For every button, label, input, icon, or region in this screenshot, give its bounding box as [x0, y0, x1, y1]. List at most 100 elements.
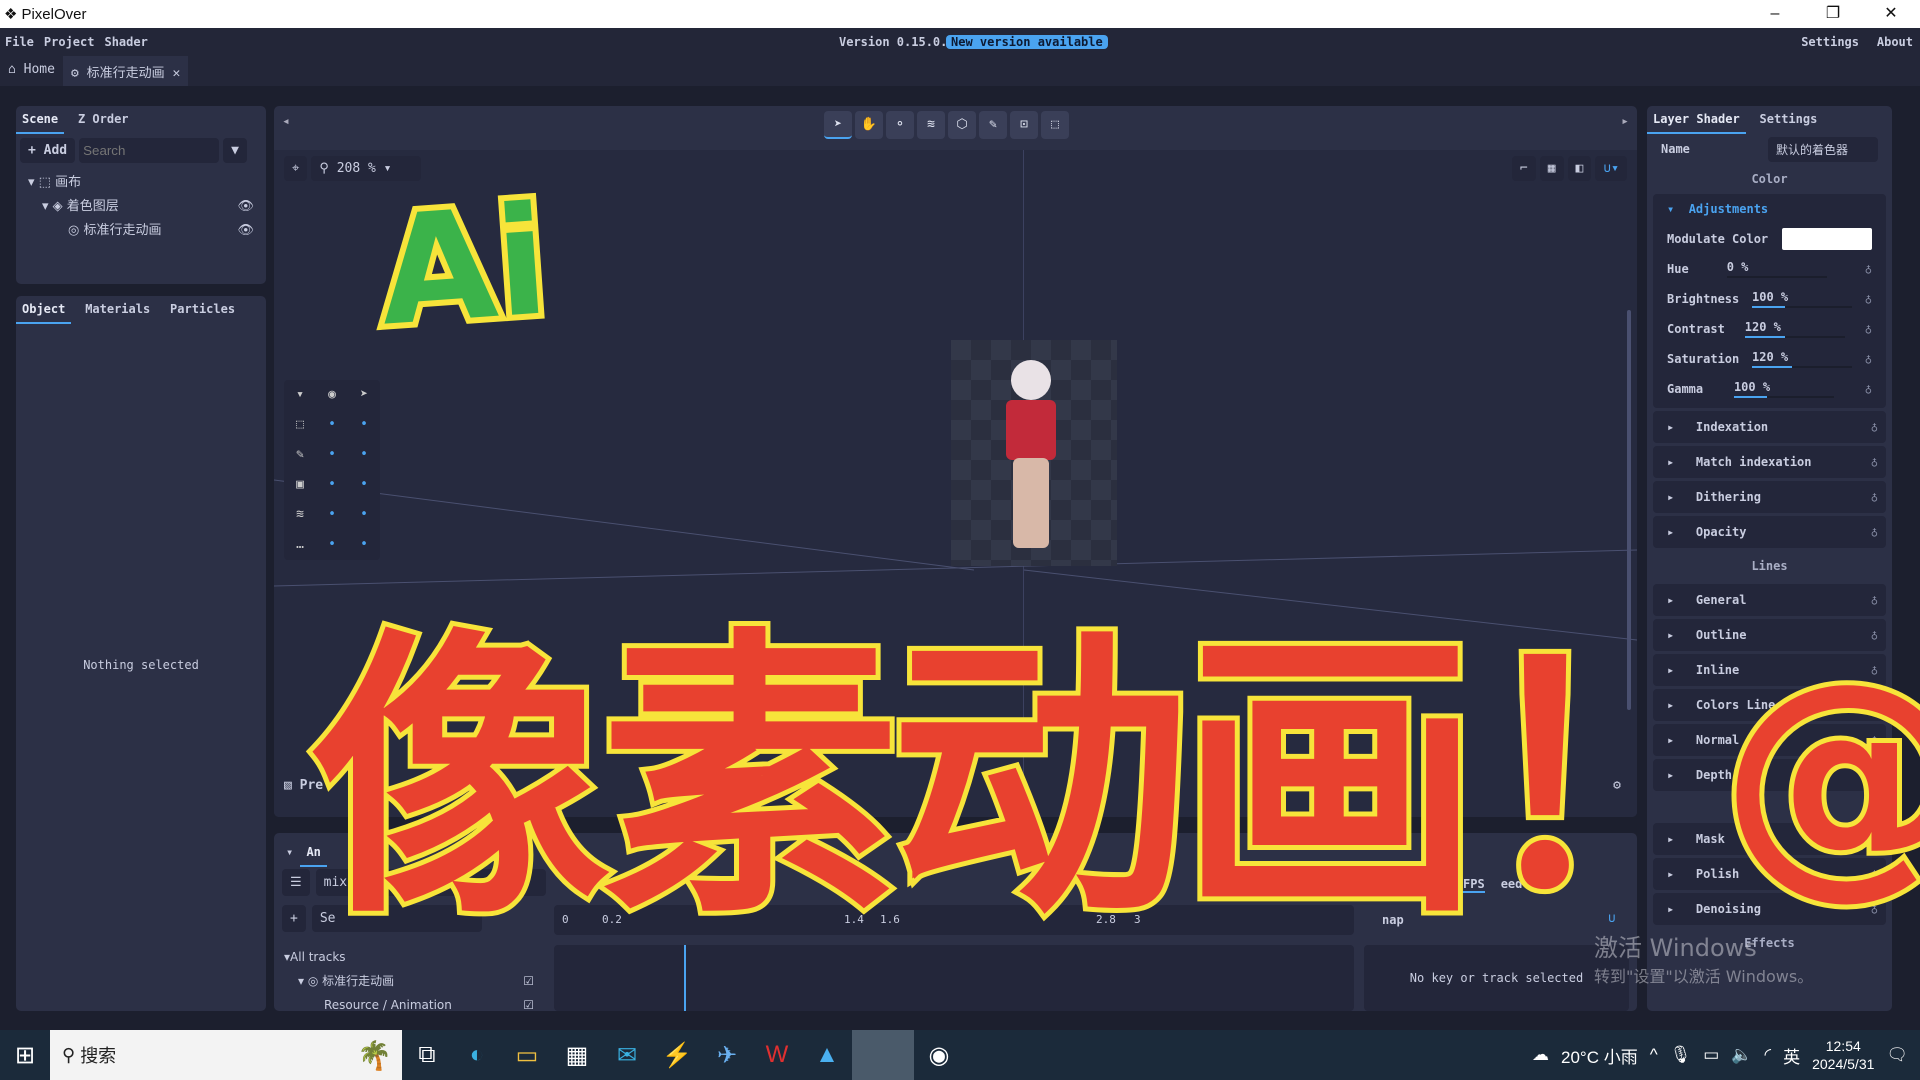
key-icon[interactable]: ♁: [1871, 455, 1878, 469]
pixelover-taskbar-icon[interactable]: [852, 1030, 914, 1080]
volume-icon[interactable]: 🔈: [1731, 1045, 1752, 1065]
tab-materials[interactable]: Materials: [79, 296, 156, 322]
section-toggle[interactable]: ▸ Indexation ♁: [1653, 411, 1886, 443]
tree-item-animation[interactable]: ◎ 标准行走动画 👁: [28, 219, 254, 243]
collapse-left-icon[interactable]: ◂: [282, 114, 290, 129]
maximize-button[interactable]: ❐: [1804, 0, 1862, 28]
param-slider[interactable]: 100 %: [1752, 290, 1852, 308]
cursor-icon[interactable]: ➤: [348, 380, 380, 410]
ime-indicator[interactable]: 英: [1783, 1043, 1800, 1068]
edge-icon[interactable]: ◐: [452, 1030, 502, 1080]
dot-toggle[interactable]: •: [316, 500, 348, 530]
key-icon[interactable]: ♁: [1865, 292, 1872, 306]
tree-item-layer[interactable]: ▾ ◈ 着色图层 👁: [28, 195, 254, 219]
dot-toggle[interactable]: •: [316, 470, 348, 500]
more-icon[interactable]: …: [284, 530, 316, 560]
dot-toggle[interactable]: •: [316, 440, 348, 470]
menu-file[interactable]: File: [0, 35, 39, 49]
start-button[interactable]: ⊞: [0, 1030, 50, 1080]
tab-project[interactable]: ⚙ 标准行走动画 ✕: [62, 56, 189, 86]
param-slider[interactable]: 100 %: [1733, 380, 1834, 398]
layers-tool-icon[interactable]: ≋: [917, 111, 945, 139]
bone-tool-icon[interactable]: ⚬: [886, 111, 914, 139]
collapse-icon[interactable]: ▾: [286, 845, 300, 859]
frame-tool-icon[interactable]: ⊡: [1010, 111, 1038, 139]
notification-icon[interactable]: 🗨: [1886, 1045, 1908, 1065]
new-version-badge[interactable]: New version available: [946, 35, 1108, 49]
key-icon[interactable]: ♁: [1865, 352, 1872, 366]
task-view-icon[interactable]: ⧉: [402, 1030, 452, 1080]
dot-toggle[interactable]: •: [348, 500, 380, 530]
brush-tool-icon[interactable]: ✎: [979, 111, 1007, 139]
store-icon[interactable]: ▦: [552, 1030, 602, 1080]
modulate-color-swatch[interactable]: [1782, 228, 1872, 250]
eye-icon[interactable]: 👁: [237, 219, 254, 243]
key-icon[interactable]: ♁: [1865, 322, 1872, 336]
key-icon[interactable]: ♁: [1871, 490, 1878, 504]
crop-tool-icon[interactable]: ⬚: [1041, 111, 1069, 139]
section-toggle[interactable]: ▸ Dithering ♁: [1653, 481, 1886, 513]
sprite-canvas[interactable]: [951, 340, 1117, 566]
polygon-tool-icon[interactable]: ⬡: [948, 111, 976, 139]
pan-tool-icon[interactable]: ✋: [855, 111, 883, 139]
menu-settings[interactable]: Settings: [1796, 35, 1864, 49]
dot-toggle[interactable]: •: [348, 440, 380, 470]
minimize-button[interactable]: –: [1746, 0, 1804, 28]
search-input[interactable]: [79, 138, 220, 163]
track-lanes[interactable]: [554, 945, 1354, 1011]
dot-toggle[interactable]: •: [316, 530, 348, 560]
filter-icon[interactable]: ▼: [223, 138, 247, 163]
menu-about[interactable]: About: [1872, 35, 1918, 49]
tab-home[interactable]: ⌂ Home: [0, 56, 63, 86]
tab-object[interactable]: Object: [16, 296, 72, 324]
track-item[interactable]: ▾ ◎ 标准行走动画 ☑: [284, 969, 534, 993]
add-button[interactable]: + Add: [20, 138, 76, 163]
tab-close-icon[interactable]: ✕: [172, 66, 180, 81]
collapse-right-icon[interactable]: ▸: [1621, 114, 1629, 129]
menu-icon[interactable]: ☰: [282, 869, 310, 896]
file-explorer-icon[interactable]: ▭: [502, 1030, 552, 1080]
feishu-icon[interactable]: ✈: [702, 1030, 752, 1080]
tree-item-canvas[interactable]: ▾ ⬚ 画布: [28, 171, 254, 195]
key-icon[interactable]: ♁: [1865, 262, 1872, 276]
subtrack-checkbox[interactable]: ☑: [523, 993, 534, 1011]
taskbar-search[interactable]: ⚲ 搜索 🌴: [50, 1030, 402, 1080]
close-button[interactable]: ✕: [1862, 0, 1920, 28]
menu-project[interactable]: Project: [39, 35, 100, 49]
section-toggle[interactable]: ▸ Opacity ♁: [1653, 516, 1886, 548]
tab-scene[interactable]: Scene: [16, 106, 65, 134]
eye-icon[interactable]: ◉: [316, 380, 348, 410]
clock[interactable]: 12:54 2024/5/31: [1812, 1037, 1874, 1073]
param-slider[interactable]: 120 %: [1752, 350, 1852, 368]
section-toggle[interactable]: ▸ Match indexation ♁: [1653, 446, 1886, 478]
dot-toggle[interactable]: •: [348, 470, 380, 500]
select-tool-icon[interactable]: ➤: [824, 111, 852, 139]
photos-icon[interactable]: ▲: [802, 1030, 852, 1080]
tray-expand-icon[interactable]: ^: [1650, 1045, 1658, 1065]
param-slider[interactable]: 120 %: [1744, 320, 1845, 338]
eye-icon[interactable]: 👁: [237, 195, 254, 219]
mic-icon[interactable]: 🎙: [1670, 1045, 1692, 1065]
obs-icon[interactable]: ◉: [914, 1030, 964, 1080]
subtrack-item[interactable]: Resource / Animation ☑: [284, 993, 534, 1011]
dot-toggle[interactable]: •: [348, 410, 380, 440]
shader-name-input[interactable]: 默认的着色器: [1768, 136, 1878, 162]
tab-z-order[interactable]: Z Order: [72, 106, 135, 132]
weather-text[interactable]: 20°C 小雨: [1561, 1043, 1638, 1068]
mail-icon[interactable]: ✉: [602, 1030, 652, 1080]
param-slider[interactable]: 0 %: [1726, 260, 1827, 278]
track-checkbox[interactable]: ☑: [523, 969, 534, 993]
menu-shader[interactable]: Shader: [99, 35, 152, 49]
key-icon[interactable]: ♁: [1871, 525, 1878, 539]
battery-icon[interactable]: ▭: [1703, 1045, 1719, 1065]
key-icon[interactable]: ♁: [1865, 382, 1872, 396]
dropdown-icon[interactable]: ▾: [284, 380, 316, 410]
playhead[interactable]: [684, 945, 686, 1011]
dot-toggle[interactable]: •: [316, 410, 348, 440]
thunder-icon[interactable]: ⚡: [652, 1030, 702, 1080]
wifi-icon[interactable]: ◜: [1765, 1045, 1772, 1065]
key-icon[interactable]: ♁: [1871, 420, 1878, 434]
adjustments-toggle[interactable]: ▾ Adjustments: [1653, 194, 1886, 224]
key-icon[interactable]: ♁: [1871, 593, 1878, 607]
tab-layer-shader[interactable]: Layer Shader: [1647, 106, 1746, 134]
